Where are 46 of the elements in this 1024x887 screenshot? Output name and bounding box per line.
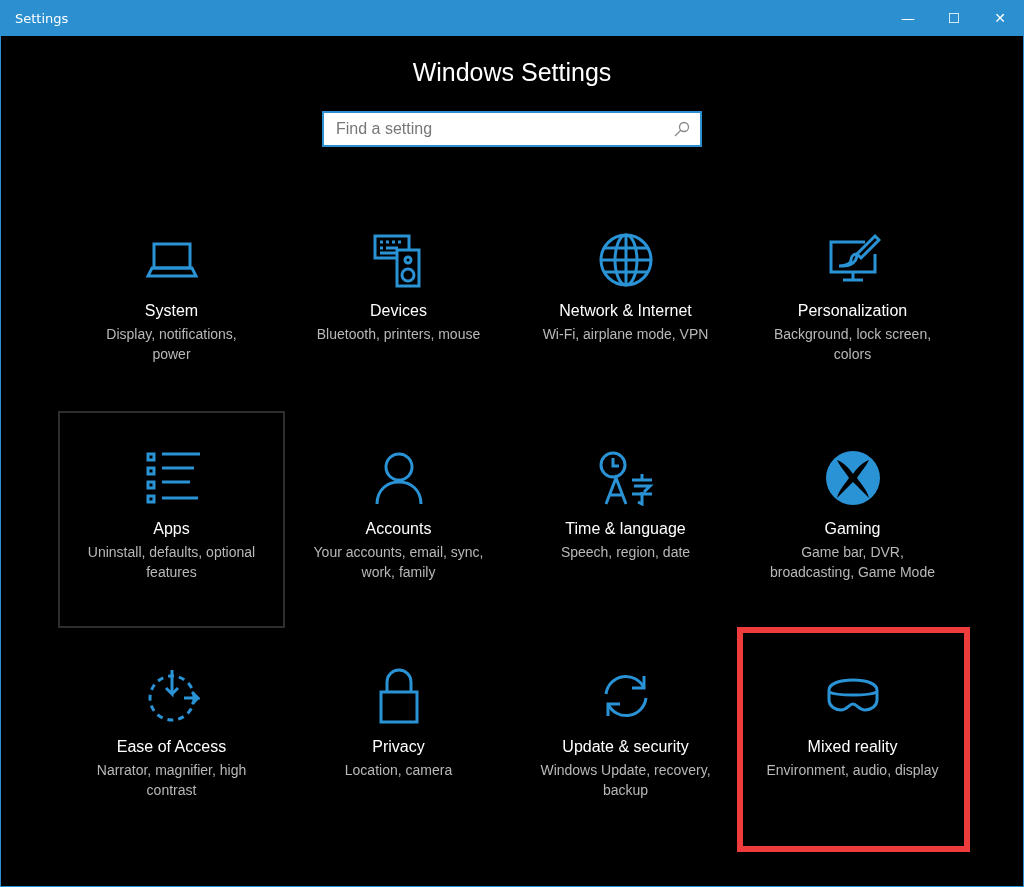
tile-description: Environment, audio, display	[766, 761, 939, 780]
tile-title: Update & security	[562, 738, 689, 756]
settings-tile[interactable]: Personalization Background, lock screen, colors	[739, 193, 966, 410]
settings-tile[interactable]: Apps Uninstall, defaults, optional features	[58, 411, 285, 628]
settings-tile[interactable]: Accounts Your accounts, email, sync, work, family	[285, 411, 512, 628]
settings-tile[interactable]: Update & security Windows Update, recovery, backup	[512, 629, 739, 846]
tile-title: Mixed reality	[807, 738, 898, 756]
settings-tile[interactable]: Network & Internet Wi-Fi, airplane mode, VPN	[512, 193, 739, 410]
tile-title: Network & Internet	[559, 302, 692, 320]
globe-icon	[597, 232, 654, 288]
tile-title: Accounts	[365, 520, 432, 538]
game-logo-icon	[824, 450, 881, 506]
tile-title: Personalization	[797, 302, 908, 320]
tile-description: Narrator, magnifier, high contrast	[95, 761, 248, 800]
tile-description: Uninstall, defaults, optional features	[86, 543, 257, 582]
tile-title: Time & language	[565, 520, 686, 538]
tile-description: Bluetooth, printers, mouse	[315, 325, 482, 344]
tile-title: Ease of Access	[116, 738, 227, 756]
search-field[interactable]: Find a setting	[322, 111, 702, 147]
search-icon	[674, 121, 690, 137]
tile-description: Your accounts, email, sync, work, family	[312, 543, 485, 582]
settings-tile[interactable]: System Display, notifications, power	[58, 193, 285, 410]
settings-tile[interactable]: Gaming Game bar, DVR, broadcasting, Game Mode	[739, 411, 966, 628]
settings-tile[interactable]: Ease of Access Narrator, magnifier, high contrast	[58, 629, 285, 846]
tile-title: System	[144, 302, 199, 320]
settings-tile[interactable]: Privacy Location, camera	[285, 629, 512, 846]
close-button[interactable]: ✕	[977, 0, 1023, 36]
tile-description: Location, camera	[343, 761, 454, 780]
settings-tile[interactable]: Time & language Speech, region, date	[512, 411, 739, 628]
tile-title: Gaming	[824, 520, 881, 538]
tile-description: Game bar, DVR, broadcasting, Game Mode	[769, 543, 936, 582]
tile-title: Apps	[153, 520, 190, 538]
tile-description: Background, lock screen, colors	[772, 325, 933, 364]
tile-description: Speech, region, date	[559, 543, 692, 562]
tile-description: Wi-Fi, airplane mode, VPN	[541, 325, 710, 344]
tile-title: Privacy	[372, 738, 425, 756]
minimize-button[interactable]: —	[885, 0, 931, 36]
tile-description: Windows Update, recovery, backup	[539, 761, 712, 800]
page-heading: Windows Settings	[411, 58, 613, 87]
maximize-button[interactable]: ☐	[931, 0, 977, 36]
window-title: Settings	[14, 10, 70, 26]
tile-description: Display, notifications, power	[105, 325, 238, 364]
tile-title: Devices	[370, 302, 427, 320]
settings-tile[interactable]: Devices Bluetooth, printers, mouse	[285, 193, 512, 410]
settings-tile[interactable]: Mixed reality Environment, audio, display	[739, 629, 966, 846]
clock-language-icon	[597, 450, 654, 506]
